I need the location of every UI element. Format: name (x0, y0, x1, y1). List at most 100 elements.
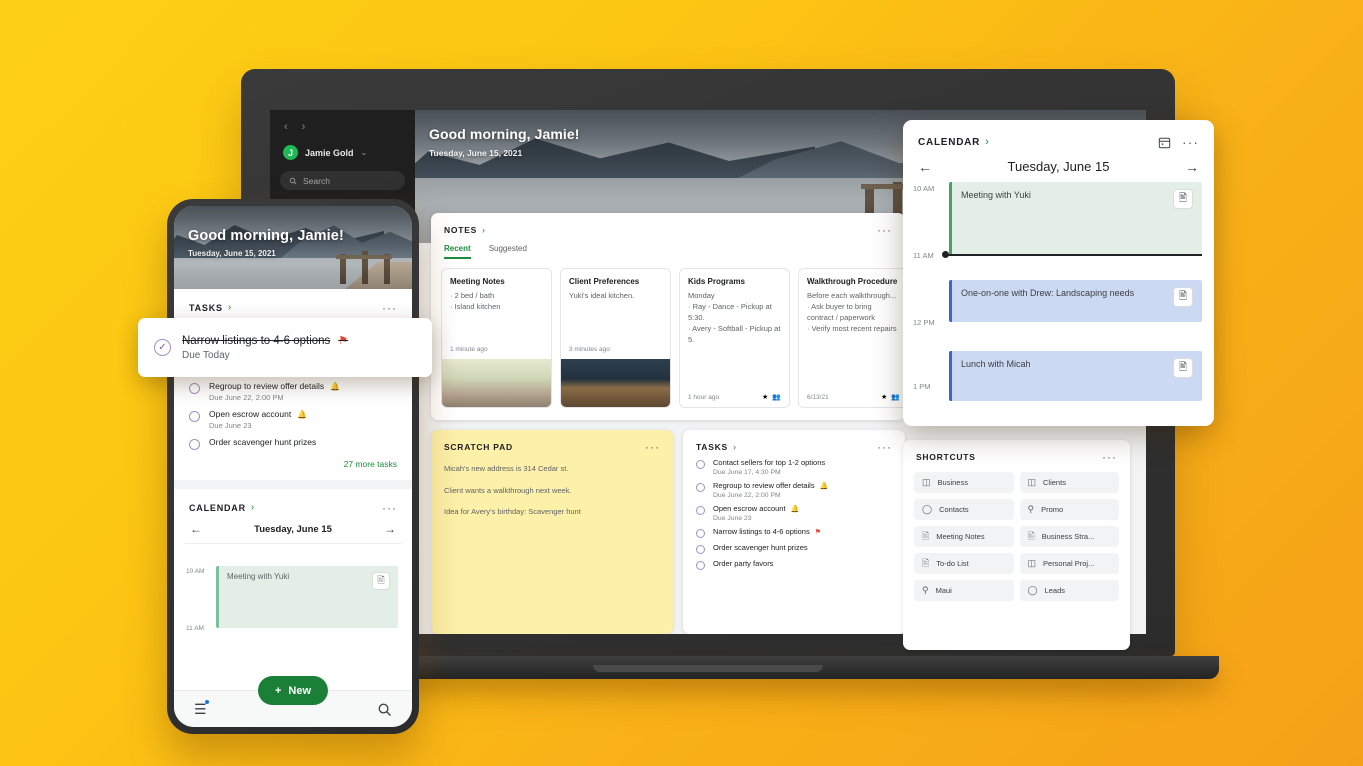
phone-tasks-menu-icon[interactable]: ··· (382, 302, 397, 314)
task-checkbox[interactable] (696, 483, 705, 492)
tab-suggested[interactable]: Suggested (489, 244, 527, 259)
chevron-right-icon[interactable]: › (733, 442, 736, 452)
scratch-pad-card: SCRATCH PAD ··· Micah's new address is 3… (431, 430, 673, 634)
section-divider (174, 480, 412, 489)
calendar-icon[interactable] (1158, 136, 1171, 149)
forward-icon[interactable]: › (302, 122, 306, 133)
task-checkbox[interactable] (696, 460, 705, 469)
note-body: Before each walkthrough... · Ask buyer t… (807, 291, 897, 334)
task-checkbox[interactable] (189, 411, 200, 422)
tag-icon: ◯ (1027, 585, 1038, 595)
shortcuts-header: SHORTCUTS ··· (903, 440, 1130, 463)
chevron-right-icon[interactable]: › (251, 503, 254, 513)
calendar-menu-icon[interactable]: ··· (1182, 135, 1199, 149)
hour-label: 1 PM (913, 382, 931, 391)
note-item[interactable]: Client Preferences Yuki's ideal kitchen.… (560, 268, 671, 408)
calendar-next-button[interactable]: → (384, 523, 396, 535)
task-checkbox[interactable] (696, 561, 705, 570)
task-checkbox[interactable] (696, 506, 705, 515)
shortcuts-menu-icon[interactable]: ··· (1102, 451, 1117, 463)
task-row[interactable]: Open escrow account 🔔 Due June 23 (683, 499, 905, 522)
phone-calendar-header: CALENDAR › ··· (174, 489, 412, 514)
bell-icon: 🔔 (330, 381, 341, 391)
doc-icon: ◫ (1027, 477, 1037, 487)
task-checkbox[interactable] (696, 545, 705, 554)
shortcut-item[interactable]: 🖹 To-do List (914, 553, 1014, 574)
check-circle-icon[interactable]: ✓ (154, 339, 171, 356)
phone-task-row[interactable]: Order scavenger hunt prizes (174, 430, 412, 450)
search-input[interactable]: Search (280, 171, 405, 190)
event-note-icon[interactable]: 🖹 (1173, 189, 1193, 209)
shortcut-item[interactable]: 🖹 Business Stra... (1019, 526, 1119, 547)
note-item[interactable]: Kids Programs Monday · Ray - Dance - Pic… (679, 268, 790, 408)
shortcut-item[interactable]: 🖹 Meeting Notes (914, 526, 1014, 547)
note-heading: Kids Programs (688, 277, 745, 286)
phone-tasks-header: TASKS › ··· (174, 289, 412, 314)
account-switcher[interactable]: J Jamie Gold ⌄ (280, 143, 405, 160)
phone-calendar-menu-icon[interactable]: ··· (382, 502, 397, 514)
tab-recent[interactable]: Recent (444, 244, 471, 259)
laptop-trackpad-notch (593, 665, 823, 672)
calendar-prev-button[interactable]: ← (918, 160, 932, 174)
list-view-icon[interactable]: ☰ (194, 699, 209, 718)
note-item[interactable]: Meeting Notes · 2 bed / bath · Island ki… (441, 268, 552, 408)
shortcut-item[interactable]: ⚲ Promo (1019, 499, 1119, 520)
phone-task-row[interactable]: Open escrow account 🔔 Due June 23 (174, 402, 412, 430)
event-note-icon[interactable]: 🖹 (372, 572, 390, 590)
back-icon[interactable]: ‹ (284, 122, 288, 133)
shortcut-item[interactable]: ◯ Leads (1019, 580, 1119, 601)
completed-task-toast[interactable]: ✓ Narrow listings to 4-6 options ⚑ Due T… (138, 318, 432, 377)
calendar-event[interactable]: Lunch with Micah 🖹 (949, 351, 1202, 401)
note-icon: 🖹 (922, 557, 930, 568)
scratch-pad-menu-icon[interactable]: ··· (645, 441, 660, 453)
task-checkbox[interactable] (189, 383, 200, 394)
shortcut-item[interactable]: ◫ Clients (1019, 472, 1119, 493)
calendar-timeline: 10 AM 11 AM 12 PM 1 PM Meeting with Yuki… (903, 182, 1214, 401)
task-due: Due June 22, 2:00 PM (209, 393, 284, 402)
task-label: Open escrow account (713, 504, 786, 513)
task-row[interactable]: Order party favors (683, 554, 905, 570)
plus-icon: + (274, 684, 282, 697)
task-row[interactable]: Regroup to review offer details 🔔 Due Jun… (683, 476, 905, 499)
flag-icon: ⚑ (338, 335, 349, 347)
event-title: Meeting with Yuki (961, 190, 1031, 200)
event-note-icon[interactable]: 🖹 (1173, 358, 1193, 378)
chevron-right-icon[interactable]: › (985, 136, 989, 148)
shortcut-item[interactable]: ⚲ Maui (914, 580, 1014, 601)
note-item[interactable]: Walkthrough Procedure Before each walkth… (798, 268, 905, 408)
bell-icon: 🔔 (819, 482, 829, 490)
calendar-next-button[interactable]: → (1185, 160, 1199, 174)
search-icon[interactable] (377, 702, 392, 717)
new-button[interactable]: + New (257, 676, 329, 705)
shortcut-label: Meeting Notes (936, 532, 985, 541)
task-checkbox[interactable] (189, 439, 200, 450)
chevron-right-icon[interactable]: › (482, 225, 485, 235)
note-icon: 🖹 (1027, 530, 1035, 541)
task-label: Regroup to review offer details (713, 481, 815, 490)
shortcut-item[interactable]: ◫ Personal Proj... (1019, 553, 1119, 574)
search-placeholder: Search (303, 175, 330, 186)
calendar-title: CALENDAR (918, 136, 981, 148)
phone-task-row[interactable]: Regroup to review offer details 🔔 Due Jun… (174, 374, 412, 402)
task-row[interactable]: Order scavenger hunt prizes (683, 538, 905, 554)
shortcut-item[interactable]: ◫ Business (914, 472, 1014, 493)
calendar-event[interactable]: Meeting with Yuki 🖹 (216, 566, 398, 628)
note-heading: Meeting Notes (450, 277, 505, 286)
calendar-event[interactable]: Meeting with Yuki 🖹 (949, 182, 1202, 255)
task-row[interactable]: Contact sellers for top 1-2 options Due … (683, 453, 905, 476)
event-note-icon[interactable]: 🖹 (1173, 287, 1193, 307)
hero-text: Good morning, Jamie! Tuesday, June 15, 2… (429, 126, 580, 158)
shortcut-item[interactable]: ◯ Contacts (914, 499, 1014, 520)
avatar: J (283, 145, 298, 160)
task-checkbox[interactable] (696, 529, 705, 538)
chevron-right-icon[interactable]: › (228, 303, 231, 313)
more-tasks-link[interactable]: 27 more tasks (174, 450, 412, 480)
calendar-prev-button[interactable]: ← (190, 523, 202, 535)
tasks-menu-icon[interactable]: ··· (877, 441, 892, 453)
calendar-panel: CALENDAR › ··· ← Tuesday, June 15 → 10 A… (903, 120, 1214, 426)
sidebar-nav-arrows: ‹ › (280, 120, 405, 143)
note-time: 1 minute ago (450, 346, 488, 353)
notes-menu-icon[interactable]: ··· (877, 224, 892, 236)
task-row[interactable]: Narrow listings to 4-6 options ⚑ (683, 522, 905, 538)
calendar-event[interactable]: One-on-one with Drew: Landscaping needs … (949, 280, 1202, 322)
